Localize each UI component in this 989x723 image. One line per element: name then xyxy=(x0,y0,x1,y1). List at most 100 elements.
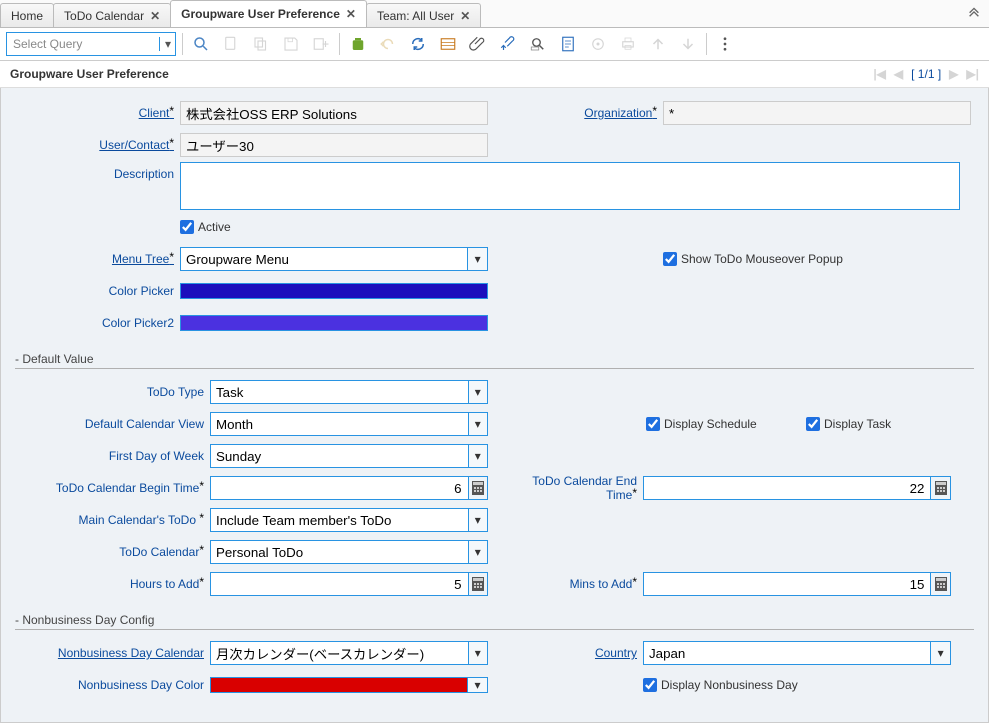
chevron-down-icon[interactable]: ▾ xyxy=(468,540,488,564)
main-todo-field[interactable] xyxy=(210,508,468,532)
chevron-down-icon[interactable]: ▾ xyxy=(930,641,951,665)
separator xyxy=(182,33,183,55)
next-page-icon[interactable]: ▶ xyxy=(949,67,958,81)
nb-calendar-field[interactable] xyxy=(210,641,468,665)
display-nb-checkbox[interactable] xyxy=(643,678,657,692)
client-field xyxy=(180,101,488,125)
expand-icon[interactable] xyxy=(967,4,981,21)
calculator-icon[interactable] xyxy=(930,572,951,596)
close-icon[interactable]: ✕ xyxy=(150,9,160,23)
search-icon[interactable] xyxy=(189,32,213,56)
hours-add-field[interactable] xyxy=(210,572,468,596)
tab-team-all-user[interactable]: Team: All User ✕ xyxy=(366,3,481,27)
client-label: Client xyxy=(139,106,174,120)
toolbar: Select Query ▾ xyxy=(0,28,989,61)
tab-label: Home xyxy=(11,9,43,23)
form-area: Client Organization User/Contact Descrip… xyxy=(0,88,989,723)
save-new-icon[interactable] xyxy=(309,32,333,56)
tab-home[interactable]: Home xyxy=(0,3,54,27)
end-time-field[interactable] xyxy=(643,476,930,500)
prev-page-icon[interactable]: ◀ xyxy=(894,67,903,81)
chevron-down-icon: ▾ xyxy=(159,37,171,51)
nb-color-label: Nonbusiness Day Color xyxy=(78,678,204,692)
show-popup-checkbox[interactable] xyxy=(663,252,677,266)
todo-type-field[interactable] xyxy=(210,380,468,404)
select-query-placeholder: Select Query xyxy=(13,37,82,51)
tab-groupware-pref[interactable]: Groupware User Preference ✕ xyxy=(170,0,367,27)
chevron-down-icon[interactable]: ▾ xyxy=(467,247,488,271)
color-picker2-label: Color Picker2 xyxy=(102,316,174,330)
chevron-down-icon[interactable]: ▾ xyxy=(467,678,487,692)
arrow-up-icon[interactable] xyxy=(646,32,670,56)
new-record-icon[interactable] xyxy=(219,32,243,56)
delete-icon[interactable] xyxy=(346,32,370,56)
todo-calendar-field[interactable] xyxy=(210,540,468,564)
section-nonbusiness: - Nonbusiness Day Config xyxy=(15,613,974,627)
save-icon[interactable] xyxy=(279,32,303,56)
copy-record-icon[interactable] xyxy=(249,32,273,56)
last-page-icon[interactable]: ▶| xyxy=(966,67,979,81)
todo-calendar-label: ToDo Calendar xyxy=(119,545,204,559)
active-label: Active xyxy=(198,220,231,234)
menu-tree-field[interactable] xyxy=(180,247,467,271)
mins-add-field[interactable] xyxy=(643,572,930,596)
chevron-down-icon[interactable]: ▾ xyxy=(468,412,488,436)
report-icon[interactable] xyxy=(556,32,580,56)
organization-label: Organization xyxy=(584,106,657,120)
begin-time-field[interactable] xyxy=(210,476,468,500)
chevron-down-icon[interactable]: ▾ xyxy=(468,641,488,665)
upload-attachment-icon[interactable] xyxy=(496,32,520,56)
color-picker-label: Color Picker xyxy=(109,284,174,298)
color-picker-swatch[interactable] xyxy=(180,283,488,299)
todo-type-label: ToDo Type xyxy=(147,385,204,399)
attachment-icon[interactable] xyxy=(466,32,490,56)
description-field[interactable] xyxy=(180,162,960,210)
refresh-icon[interactable] xyxy=(406,32,430,56)
print-icon[interactable] xyxy=(616,32,640,56)
calculator-icon[interactable] xyxy=(930,476,951,500)
main-todo-label: Main Calendar's ToDo xyxy=(79,513,204,527)
process-icon[interactable] xyxy=(586,32,610,56)
hours-add-label: Hours to Add xyxy=(130,577,204,591)
user-contact-field xyxy=(180,133,488,157)
show-popup-label: Show ToDo Mouseover Popup xyxy=(681,252,843,266)
chevron-down-icon[interactable]: ▾ xyxy=(468,380,488,404)
section-default-value: - Default Value xyxy=(15,352,974,366)
zoom-across-icon[interactable] xyxy=(526,32,550,56)
divider xyxy=(15,629,974,630)
nb-color-swatch[interactable]: ▾ xyxy=(210,677,488,693)
undo-icon[interactable] xyxy=(376,32,400,56)
more-menu-icon[interactable] xyxy=(713,32,737,56)
display-task-label: Display Task xyxy=(824,417,891,431)
color-picker2-swatch[interactable] xyxy=(180,315,488,331)
first-page-icon[interactable]: |◀ xyxy=(873,67,886,81)
calendar-view-field[interactable] xyxy=(210,412,468,436)
pager-text: [ 1/1 ] xyxy=(911,67,941,81)
active-checkbox[interactable] xyxy=(180,220,194,234)
tab-todo-calendar[interactable]: ToDo Calendar ✕ xyxy=(53,3,171,27)
select-query[interactable]: Select Query ▾ xyxy=(6,32,176,56)
calculator-icon[interactable] xyxy=(468,476,488,500)
divider xyxy=(15,368,974,369)
display-nb-label: Display Nonbusiness Day xyxy=(661,678,798,692)
chevron-down-icon[interactable]: ▾ xyxy=(468,444,488,468)
close-icon[interactable]: ✕ xyxy=(346,7,356,21)
country-field[interactable] xyxy=(643,641,930,665)
first-day-field[interactable] xyxy=(210,444,468,468)
description-label: Description xyxy=(114,167,174,181)
separator xyxy=(339,33,340,55)
menu-tree-label: Menu Tree xyxy=(112,252,174,266)
display-schedule-checkbox[interactable] xyxy=(646,417,660,431)
grid-toggle-icon[interactable] xyxy=(436,32,460,56)
mins-add-label: Mins to Add xyxy=(570,577,637,591)
arrow-down-icon[interactable] xyxy=(676,32,700,56)
tab-label: Team: All User xyxy=(377,9,454,23)
display-task-checkbox[interactable] xyxy=(806,417,820,431)
close-icon[interactable]: ✕ xyxy=(460,9,470,23)
chevron-down-icon[interactable]: ▾ xyxy=(468,508,488,532)
page-title: Groupware User Preference xyxy=(10,67,169,81)
tab-label: Groupware User Preference xyxy=(181,7,340,21)
end-time-label: ToDo Calendar End Time xyxy=(508,474,637,502)
user-contact-label: User/Contact xyxy=(99,138,174,152)
calculator-icon[interactable] xyxy=(468,572,488,596)
